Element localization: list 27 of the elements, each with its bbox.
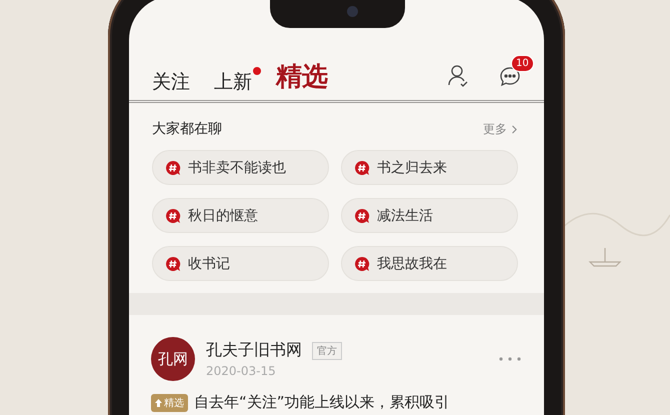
hashtag-icon: [354, 256, 370, 272]
more-options-icon[interactable]: [499, 357, 521, 361]
camera-icon: [347, 6, 358, 16]
hashtag-icon: [165, 208, 181, 224]
hashtag-icon: [165, 256, 181, 272]
chat-icon[interactable]: [499, 66, 521, 88]
post-text: 自去年“关注”功能上线以来，累积吸引: [194, 393, 450, 412]
topic-chip[interactable]: 书非卖不能读也: [152, 150, 329, 185]
hashtag-icon: [354, 160, 370, 176]
topic-chip[interactable]: 书之归去来: [341, 150, 518, 185]
post-date: 2020-03-15: [206, 364, 277, 378]
topic-chip[interactable]: 秋日的惬意: [152, 198, 329, 233]
section-title: 大家都在聊: [152, 120, 222, 138]
hashtag-icon: [354, 208, 370, 224]
featured-badge: 精选: [151, 394, 188, 412]
tab[interactable]: 上新: [214, 73, 252, 92]
author-name: 孔夫子旧书网: [206, 340, 302, 361]
message-count-badge: 10: [511, 55, 534, 72]
topic-chip[interactable]: 收书记: [152, 246, 329, 281]
topic-chip[interactable]: 减法生活: [341, 198, 518, 233]
official-tag: 官方: [312, 342, 342, 360]
tab[interactable]: 关注: [152, 73, 190, 92]
topic-chip[interactable]: 我思故我在: [341, 246, 518, 281]
avatar[interactable]: 孔网: [151, 337, 195, 381]
user-icon[interactable]: [447, 64, 469, 88]
hashtag-icon: [165, 160, 181, 176]
tab[interactable]: 精选: [276, 64, 328, 90]
